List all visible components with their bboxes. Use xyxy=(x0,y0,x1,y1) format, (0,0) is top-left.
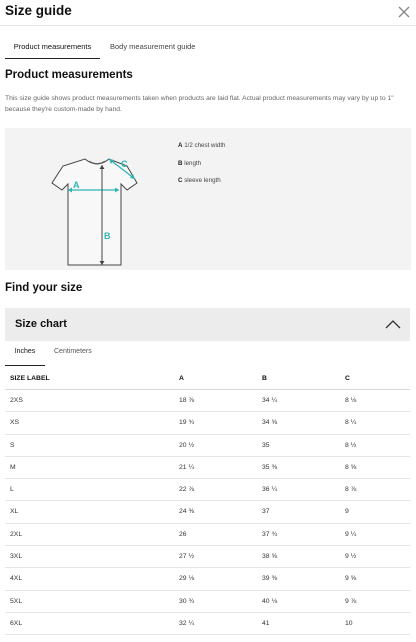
size-label-cell: XS xyxy=(10,419,20,427)
a-cell: 27 ½ xyxy=(179,553,195,561)
b-cell: 37 xyxy=(262,508,270,516)
size-table-header: SIZE LABEL A B C xyxy=(5,368,410,390)
close-icon[interactable] xyxy=(396,4,412,20)
table-row: 6XL 32 ¼ 41 10 xyxy=(5,613,410,636)
legend-item-a: A 1/2 chest width xyxy=(178,142,226,149)
table-row: 2XS 18 ⅞ 34 ¼ 8 ⅛ xyxy=(5,390,410,413)
c-cell: 8 ⅛ xyxy=(345,397,357,404)
table-row: M 21 ¼ 35 ⅜ 8 ⅝ xyxy=(5,457,410,480)
table-row: XL 24 ⅜ 37 9 xyxy=(5,501,410,524)
a-cell: 24 ⅜ xyxy=(179,508,195,516)
chevron-up-icon[interactable] xyxy=(384,318,402,330)
size-label-cell: 2XS xyxy=(10,397,23,404)
b-cell: 35 xyxy=(262,441,270,449)
c-cell: 9 xyxy=(345,508,349,516)
b-cell: 40 ⅛ xyxy=(262,597,278,605)
c-cell: 8 ⅝ xyxy=(345,463,357,471)
a-cell: 20 ½ xyxy=(179,441,195,449)
table-row: 5XL 30 ¾ 40 ⅛ 9 ⅞ xyxy=(5,591,410,613)
c-cell: 9 ¼ xyxy=(345,530,357,538)
column-header-b: B xyxy=(262,375,267,382)
a-cell: 29 ⅛ xyxy=(179,575,195,583)
b-cell: 37 ¾ xyxy=(262,530,278,538)
size-label-cell: 5XL xyxy=(10,597,23,605)
table-row: 3XL 27 ½ 38 ⅝ 9 ½ xyxy=(5,546,410,569)
c-cell: 10 xyxy=(345,619,353,627)
b-cell: 34 ⅝ xyxy=(262,419,278,427)
size-label-cell: 4XL xyxy=(10,575,23,583)
label-c: C xyxy=(121,159,128,169)
b-cell: 38 ⅝ xyxy=(262,553,278,561)
a-cell: 32 ¼ xyxy=(179,619,195,627)
measurement-legend: A 1/2 chest width B length C sleeve leng… xyxy=(178,142,225,195)
size-table-body: 2XS 18 ⅞ 34 ¼ 8 ⅛ XS 19 ¾ 34 ⅝ 8 ¼ S 20 … xyxy=(5,390,410,636)
tab-body-measurement-guide[interactable]: Body measurement guide xyxy=(110,37,205,59)
c-cell: 8 ¼ xyxy=(345,419,357,427)
a-cell: 30 ¾ xyxy=(179,597,195,605)
b-cell: 41 xyxy=(262,619,270,627)
table-row: 2XL 26 37 ¾ 9 ¼ xyxy=(5,524,410,547)
b-cell: 39 ⅜ xyxy=(262,575,278,583)
find-your-size-heading: Find your size xyxy=(5,282,83,294)
a-cell: 18 ⅞ xyxy=(179,397,195,404)
a-cell: 21 ¼ xyxy=(179,463,195,471)
size-label-cell: M xyxy=(10,463,16,471)
label-b: B xyxy=(104,231,111,241)
label-a: A xyxy=(73,180,80,190)
b-cell: 36 ¼ xyxy=(262,486,278,494)
tab-inches[interactable]: Inches xyxy=(5,345,45,366)
a-cell: 26 xyxy=(179,530,187,538)
c-cell: 9 ⅞ xyxy=(345,597,357,605)
size-chart-title: Size chart xyxy=(15,318,67,330)
legend-item-b: B length xyxy=(178,159,202,167)
size-chart-accordion[interactable]: Size chart xyxy=(5,308,410,341)
column-header-size-label: SIZE LABEL xyxy=(10,375,50,382)
product-measurements-heading: Product measurements xyxy=(5,69,133,81)
legend-item-c: C sleeve length xyxy=(178,177,221,184)
c-cell: 9 ⅝ xyxy=(345,575,357,583)
table-row: XS 19 ¾ 34 ⅝ 8 ¼ xyxy=(5,412,410,435)
size-label-cell: XL xyxy=(10,508,19,516)
tab-product-measurements[interactable]: Product measurements xyxy=(5,37,100,59)
size-label-cell: S xyxy=(10,441,15,449)
b-cell: 35 ⅜ xyxy=(262,463,278,471)
size-label-cell: 6XL xyxy=(10,619,23,627)
size-label-cell: L xyxy=(10,486,14,494)
b-cell: 34 ¼ xyxy=(262,397,278,404)
product-measurements-description: This size guide shows product measuremen… xyxy=(5,95,394,113)
table-row: S 20 ½ 35 8 ½ xyxy=(5,435,410,457)
tab-centimeters[interactable]: Centimeters xyxy=(54,345,104,366)
size-label-cell: 2XL xyxy=(10,530,23,538)
modal-title: Size guide xyxy=(5,3,72,18)
c-cell: 8 ½ xyxy=(345,441,357,449)
column-header-a: A xyxy=(179,375,184,382)
c-cell: 8 ⅞ xyxy=(345,486,357,494)
a-cell: 22 ⅞ xyxy=(179,486,195,494)
table-row: L 22 ⅞ 36 ¼ 8 ⅞ xyxy=(5,479,410,502)
column-header-c: C xyxy=(345,375,350,382)
table-row: 4XL 29 ⅛ 39 ⅜ 9 ⅝ xyxy=(5,568,410,591)
c-cell: 9 ½ xyxy=(345,553,357,561)
size-label-cell: 3XL xyxy=(10,553,23,561)
a-cell: 19 ¾ xyxy=(179,419,195,427)
modal-header: Size guide xyxy=(0,0,416,26)
